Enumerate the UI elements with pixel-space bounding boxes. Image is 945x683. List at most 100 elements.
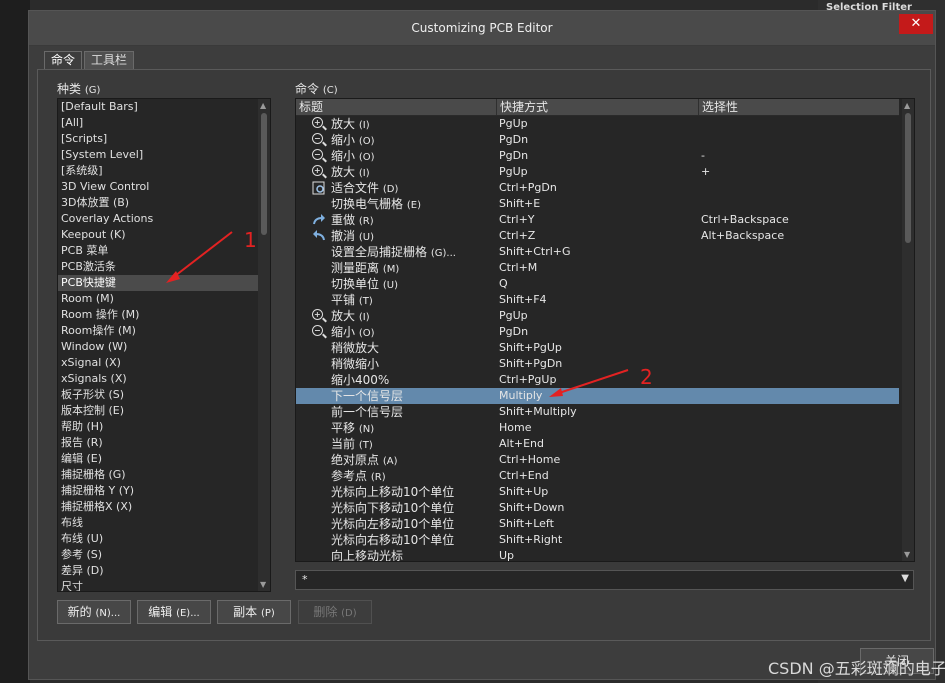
table-row[interactable]: 平铺 (T) Shift+F4	[296, 292, 899, 308]
table-row[interactable]: 设置全局捕捉栅格 (G)... Shift+Ctrl+G	[296, 244, 899, 260]
table-row[interactable]: 切换电气栅格 (E) Shift+E	[296, 196, 899, 212]
categories-list[interactable]: [Default Bars] [All] [Scripts] [System Leve…	[57, 98, 271, 592]
list-item[interactable]: 板子形状 (S)	[58, 387, 270, 403]
list-item[interactable]: 编辑 (E)	[58, 451, 270, 467]
list-item[interactable]: 帮助 (H)	[58, 419, 270, 435]
command-shortcut: PgUp	[499, 309, 528, 322]
command-alternative: Ctrl+Backspace	[701, 213, 789, 226]
table-row[interactable]: + 放大 (I) PgUp +	[296, 164, 899, 180]
list-item[interactable]: 3D体放置 (B)	[58, 195, 270, 211]
redo-icon	[312, 213, 326, 227]
command-accelerator: (R)	[370, 472, 386, 483]
categories-scrollbar[interactable]: ▲ ▼	[258, 99, 270, 591]
list-item[interactable]: xSignal (X)	[58, 355, 270, 371]
list-item[interactable]: 尺寸	[58, 579, 270, 591]
list-item[interactable]: Keepout (K)	[58, 227, 270, 243]
table-row[interactable]: 参考点 (R) Ctrl+End	[296, 468, 899, 484]
list-item[interactable]: PCB快捷键	[58, 275, 270, 291]
scroll-down-icon[interactable]: ▼	[260, 580, 266, 589]
list-item[interactable]: PCB 菜单	[58, 243, 270, 259]
close-window-button[interactable]: ✕	[899, 14, 933, 34]
list-item[interactable]: 报告 (R)	[58, 435, 270, 451]
table-row[interactable]: 适合文件 (D) Ctrl+PgDn	[296, 180, 899, 196]
edit-button[interactable]: 编辑 (E)...	[137, 600, 211, 624]
list-item[interactable]: 版本控制 (E)	[58, 403, 270, 419]
list-item[interactable]: 捕捉栅格X (X)	[58, 499, 270, 515]
column-alternative[interactable]: 选择性	[698, 99, 900, 115]
command-title: 光标向上移动10个单位	[331, 485, 455, 499]
table-row[interactable]: 绝对原点 (A) Ctrl+Home	[296, 452, 899, 468]
copy-button[interactable]: 副本 (P)	[217, 600, 291, 624]
command-alternative: Alt+Backspace	[701, 229, 785, 242]
column-title[interactable]: 标题	[296, 99, 495, 115]
table-row[interactable]: − 缩小 (O) PgDn -	[296, 148, 899, 164]
table-row[interactable]: 平移 (N) Home	[296, 420, 899, 436]
table-row[interactable]: − 缩小 (O) PgDn	[296, 132, 899, 148]
scroll-up-icon[interactable]: ▲	[260, 101, 266, 110]
table-row[interactable]: 撤消 (U) Ctrl+Z Alt+Backspace	[296, 228, 899, 244]
list-item[interactable]: 捕捉栅格 (G)	[58, 467, 270, 483]
table-row[interactable]: 稍微缩小 Shift+PgDn	[296, 356, 899, 372]
commands-scrollbar[interactable]: ▲ ▼	[902, 99, 914, 561]
list-item[interactable]: 捕捉栅格 Y (Y)	[58, 483, 270, 499]
annotation-number-2: 2	[640, 365, 653, 389]
list-item[interactable]: [System Level]	[58, 147, 270, 163]
scroll-thumb[interactable]	[261, 113, 267, 235]
command-shortcut: Shift+PgDn	[499, 357, 563, 370]
list-item[interactable]: [Default Bars]	[58, 99, 270, 115]
list-item[interactable]: PCB激活条	[58, 259, 270, 275]
command-shortcut: Shift+Down	[499, 501, 565, 514]
command-accelerator: (M)	[382, 264, 400, 275]
scroll-down-icon[interactable]: ▼	[904, 550, 910, 559]
table-row[interactable]: 测量距离 (M) Ctrl+M	[296, 260, 899, 276]
table-row[interactable]: 前一个信号层 Shift+Multiply	[296, 404, 899, 420]
command-accelerator: (D)	[382, 184, 399, 195]
delete-button[interactable]: 删除 (D)	[298, 600, 372, 624]
table-row[interactable]: 向上移动光标 Up	[296, 548, 899, 561]
list-item[interactable]: Room (M)	[58, 291, 270, 307]
list-item[interactable]: Room操作 (M)	[58, 323, 270, 339]
list-item[interactable]: [系统级]	[58, 163, 270, 179]
table-row[interactable]: 光标向上移动10个单位 Shift+Up	[296, 484, 899, 500]
zoom-in-icon: +	[312, 117, 326, 131]
list-item[interactable]: [All]	[58, 115, 270, 131]
scroll-thumb[interactable]	[905, 113, 911, 243]
table-row[interactable]: − 缩小 (O) PgDn	[296, 324, 899, 340]
table-row[interactable]: + 放大 (I) PgUp	[296, 308, 899, 324]
table-row[interactable]: 当前 (T) Alt+End	[296, 436, 899, 452]
command-shortcut: Ctrl+PgDn	[499, 181, 557, 194]
tab-commands[interactable]: 命令	[44, 51, 83, 70]
new-button[interactable]: 新的 (N)...	[57, 600, 131, 624]
zoom-out-icon: −	[312, 149, 326, 163]
list-item[interactable]: 3D View Control	[58, 179, 270, 195]
table-row[interactable]: 下一个信号层 Multiply	[296, 388, 899, 404]
scroll-up-icon[interactable]: ▲	[904, 101, 910, 110]
command-shortcut: Multiply	[499, 389, 543, 402]
chevron-down-icon[interactable]: ▼	[901, 573, 909, 584]
table-row[interactable]: 重做 (R) Ctrl+Y Ctrl+Backspace	[296, 212, 899, 228]
tab-toolbars[interactable]: 工具栏	[84, 51, 135, 70]
list-item[interactable]: 差异 (D)	[58, 563, 270, 579]
table-row[interactable]: 光标向右移动10个单位 Shift+Right	[296, 532, 899, 548]
list-item[interactable]: 布线 (U)	[58, 531, 270, 547]
list-item[interactable]: 布线	[58, 515, 270, 531]
table-row[interactable]: 切换单位 (U) Q	[296, 276, 899, 292]
list-item[interactable]: Coverlay Actions	[58, 211, 270, 227]
list-item[interactable]: Window (W)	[58, 339, 270, 355]
command-filter-combobox[interactable]: * ▼	[295, 570, 914, 590]
command-accelerator: (I)	[358, 120, 370, 131]
list-item[interactable]: xSignals (X)	[58, 371, 270, 387]
list-item[interactable]: [Scripts]	[58, 131, 270, 147]
command-accelerator: (U)	[382, 280, 398, 291]
commands-table[interactable]: 标题 快捷方式 选择性 + 放大 (I) PgUp − 缩小 (O) PgDn − 缩小 (O…	[295, 98, 915, 562]
table-row[interactable]: 缩小400% Ctrl+PgUp	[296, 372, 899, 388]
list-item[interactable]: 参考 (S)	[58, 547, 270, 563]
table-row[interactable]: 稍微放大 Shift+PgUp	[296, 340, 899, 356]
list-item[interactable]: Room 操作 (M)	[58, 307, 270, 323]
command-title: 下一个信号层	[331, 389, 404, 403]
table-row[interactable]: 光标向左移动10个单位 Shift+Left	[296, 516, 899, 532]
command-accelerator: (G)...	[430, 248, 456, 259]
table-row[interactable]: 光标向下移动10个单位 Shift+Down	[296, 500, 899, 516]
column-shortcut[interactable]: 快捷方式	[496, 99, 698, 115]
table-row[interactable]: + 放大 (I) PgUp	[296, 116, 899, 132]
